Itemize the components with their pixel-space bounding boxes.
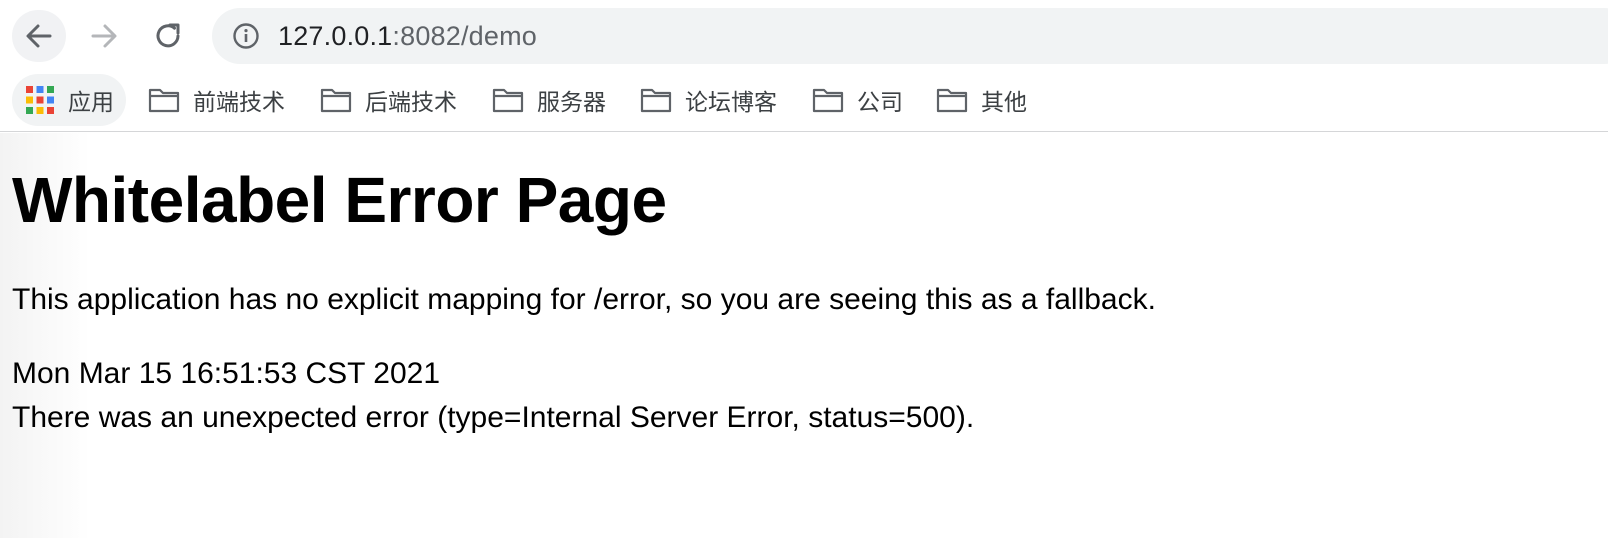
- bookmark-folder-server[interactable]: 服务器: [492, 74, 606, 126]
- folder-icon: [492, 88, 524, 113]
- info-icon[interactable]: [232, 22, 260, 55]
- arrow-left-icon: [26, 24, 52, 48]
- apps-button[interactable]: 应用: [12, 74, 126, 126]
- page-content: Whitelabel Error Page This application h…: [0, 133, 1608, 538]
- bookmark-folder-forum-blog[interactable]: 论坛博客: [640, 74, 777, 126]
- forward-button[interactable]: [77, 10, 131, 62]
- bookmark-folder-backend[interactable]: 后端技术: [320, 74, 457, 126]
- folder-icon: [320, 88, 352, 113]
- back-button[interactable]: [12, 10, 66, 62]
- folder-icon: [148, 88, 180, 113]
- bookmark-folder-label: 前端技术: [193, 90, 285, 116]
- address-bar[interactable]: 127.0.0.1:8082/demo: [212, 8, 1608, 64]
- folder-icon: [936, 88, 968, 113]
- error-timestamp: Mon Mar 15 16:51:53 CST 2021: [12, 357, 441, 390]
- bookmark-folder-frontend[interactable]: 前端技术: [148, 74, 285, 126]
- apps-grid-icon: [26, 86, 54, 114]
- error-details: There was an unexpected error (type=Inte…: [12, 401, 975, 434]
- bookmark-folder-label: 服务器: [537, 90, 606, 116]
- browser-toolbar: 127.0.0.1:8082/demo: [0, 0, 1608, 70]
- page-title: Whitelabel Error Page: [12, 164, 667, 236]
- folder-icon: [812, 88, 844, 113]
- url-text[interactable]: 127.0.0.1:8082/demo: [278, 21, 537, 51]
- url-host: 127.0.0.1: [278, 21, 393, 51]
- error-message: This application has no explicit mapping…: [12, 283, 1156, 316]
- url-path: :8082/demo: [392, 21, 538, 51]
- bookmark-folder-label: 论坛博客: [685, 90, 777, 116]
- bookmark-folder-label: 其他: [981, 90, 1027, 116]
- arrow-right-icon: [91, 24, 117, 48]
- bookmarks-bar: 应用 前端技术 后端技术 服务器 论坛博客 公司 其他: [0, 70, 1608, 132]
- bookmark-folder-company[interactable]: 公司: [812, 74, 903, 126]
- bookmark-folder-other[interactable]: 其他: [936, 74, 1027, 126]
- apps-label: 应用: [68, 90, 114, 116]
- reload-icon: [156, 23, 180, 48]
- folder-icon: [640, 88, 672, 113]
- reload-button[interactable]: [141, 10, 195, 62]
- bookmark-folder-label: 公司: [857, 90, 903, 116]
- bookmark-folder-label: 后端技术: [365, 90, 457, 116]
